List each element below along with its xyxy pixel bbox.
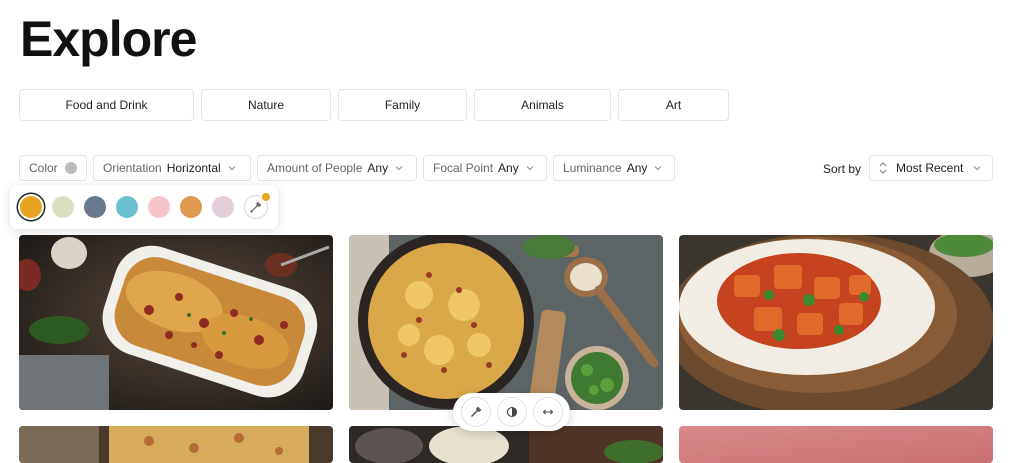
category-animals[interactable]: Animals — [474, 89, 611, 121]
gallery-image-pink[interactable] — [679, 426, 993, 463]
luminance-value: Any — [626, 161, 648, 175]
category-tabs: Food and Drink Nature Family Animals Art — [19, 89, 729, 121]
gallery-image-skillet-pasta[interactable] — [349, 235, 663, 410]
eyedropper-tool-button[interactable] — [460, 397, 491, 427]
chevron-down-icon — [228, 166, 236, 171]
casserole-photo — [19, 235, 333, 410]
chicken-curry-photo — [679, 235, 993, 410]
gallery-image-casserole[interactable] — [19, 235, 333, 410]
color-swatch-6[interactable] — [180, 196, 202, 218]
amount-of-people-value: Any — [367, 161, 389, 175]
image-action-toolbar — [453, 393, 570, 431]
amount-of-people-label: Amount of People — [267, 161, 363, 175]
color-palette-popover — [10, 185, 278, 229]
sort-updown-icon — [879, 162, 887, 174]
eyedropper-icon — [250, 201, 262, 213]
focal-point-filter[interactable]: Focal Point Any — [423, 155, 547, 181]
gallery-image-chicken-curry[interactable] — [679, 235, 993, 410]
chevron-down-icon — [973, 166, 981, 171]
sort-select[interactable]: Most Recent — [869, 155, 993, 181]
gallery-image-pasta-bake[interactable] — [19, 426, 333, 463]
filter-bar: Color Orientation Horizontal Amount of P… — [19, 155, 675, 181]
luminance-label: Luminance — [563, 161, 622, 175]
chevron-down-icon — [395, 166, 403, 171]
category-nature[interactable]: Nature — [201, 89, 331, 121]
skillet-pasta-photo — [349, 235, 663, 410]
eyedropper-button[interactable] — [244, 192, 271, 219]
sort-value: Most Recent — [896, 161, 964, 175]
contrast-tool-button[interactable] — [496, 397, 527, 427]
color-filter-swatch-icon — [64, 162, 77, 174]
orientation-filter[interactable]: Orientation Horizontal — [93, 155, 251, 181]
color-swatch-2[interactable] — [52, 196, 74, 218]
page-title: Explore — [20, 11, 197, 67]
ladle-dish-photo — [349, 426, 663, 463]
category-art[interactable]: Art — [618, 89, 729, 121]
sort-by-label: Sort by — [823, 162, 862, 176]
focal-point-value: Any — [498, 161, 519, 175]
category-food-and-drink[interactable]: Food and Drink — [19, 89, 194, 121]
focal-point-label: Focal Point — [433, 161, 494, 175]
orientation-filter-label: Orientation — [103, 161, 162, 175]
color-swatch-3[interactable] — [84, 196, 106, 218]
color-swatch-5[interactable] — [148, 196, 170, 218]
amount-of-people-filter[interactable]: Amount of People Any — [257, 155, 417, 181]
eyedropper-color-badge — [261, 192, 271, 202]
contrast-icon — [506, 406, 517, 418]
expand-tool-button[interactable] — [532, 397, 563, 427]
category-family[interactable]: Family — [338, 89, 467, 121]
color-swatch-1[interactable] — [20, 196, 42, 218]
color-swatch-4[interactable] — [116, 196, 138, 218]
chevron-down-icon — [526, 166, 534, 171]
pasta-bake-photo — [19, 426, 333, 463]
chevron-down-icon — [654, 166, 662, 171]
expand-horizontal-icon — [542, 409, 553, 415]
gallery-image-ladle-dish[interactable] — [349, 426, 663, 463]
eyedropper-icon — [470, 406, 481, 417]
luminance-filter[interactable]: Luminance Any — [553, 155, 675, 181]
pink-photo — [679, 426, 993, 463]
color-filter[interactable]: Color — [19, 155, 87, 181]
color-filter-label: Color — [29, 161, 58, 175]
color-swatch-7[interactable] — [212, 196, 234, 218]
orientation-filter-value: Horizontal — [166, 161, 221, 175]
